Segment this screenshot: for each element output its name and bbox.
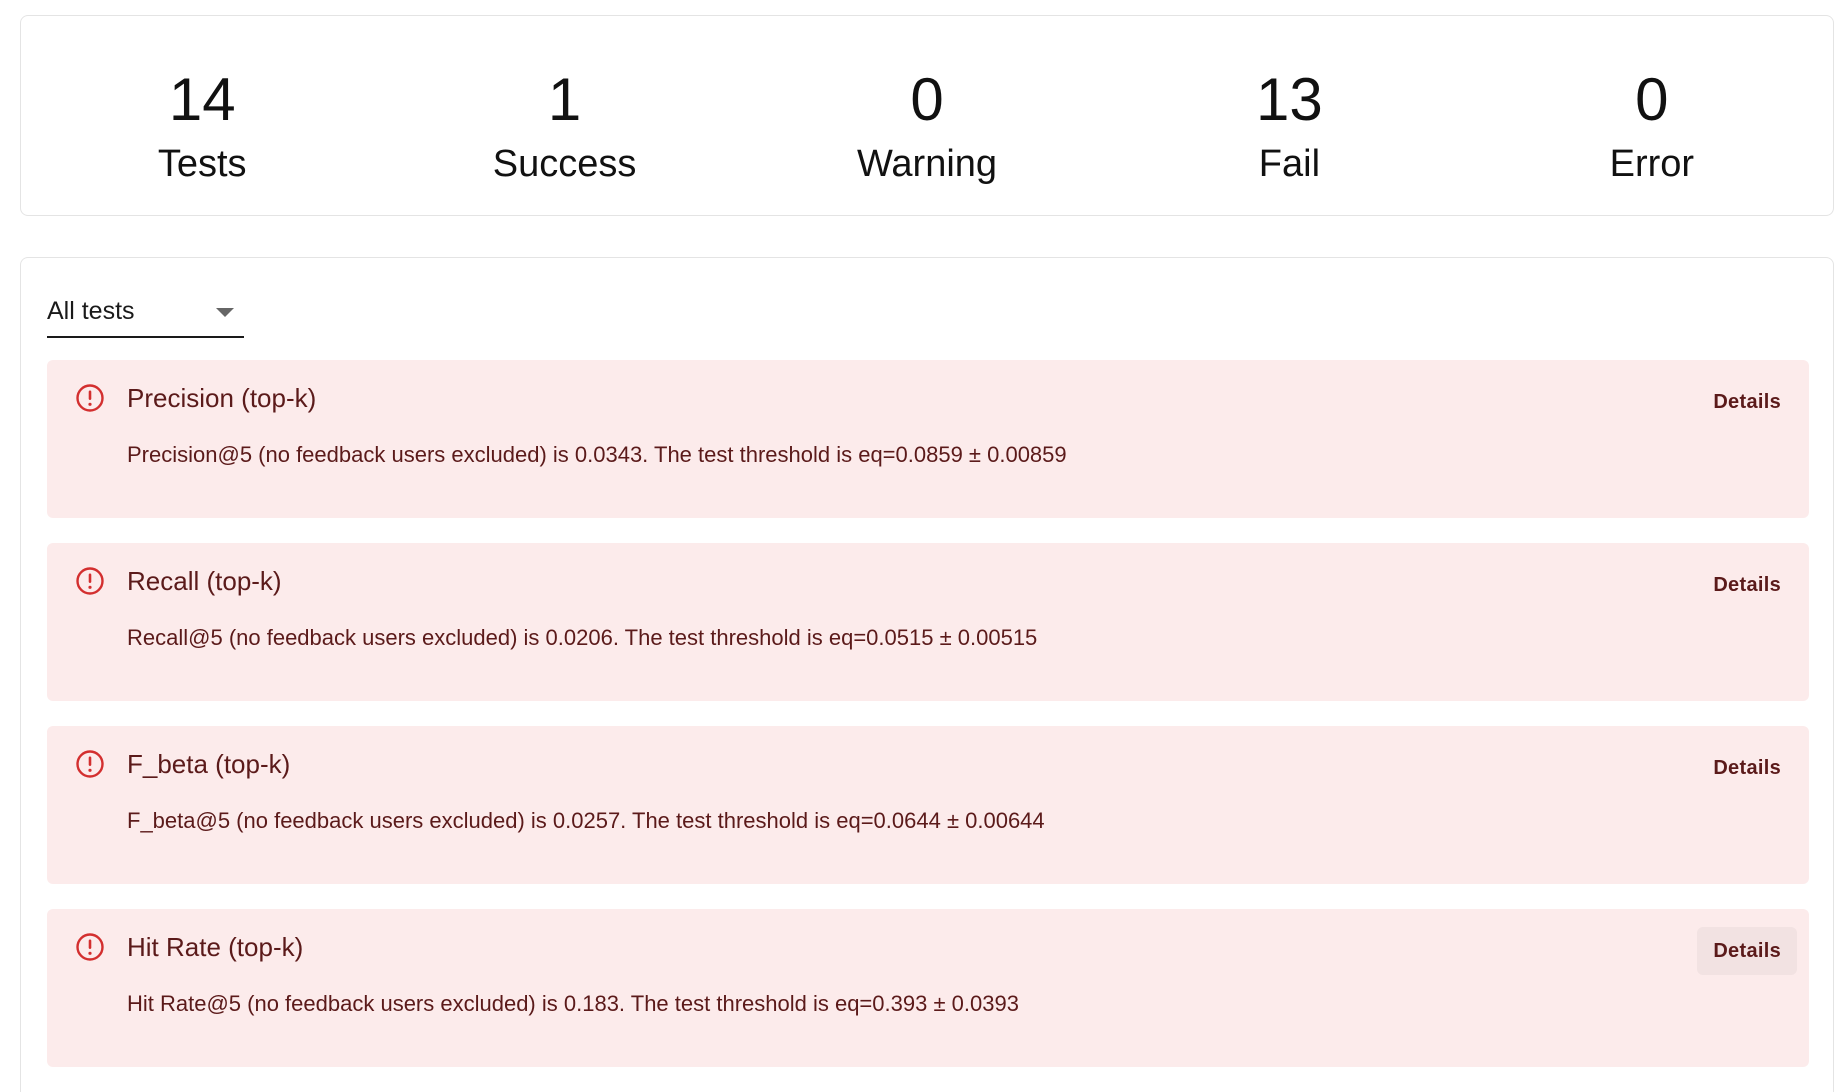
stat-warning-label: Warning (856, 143, 998, 185)
stat-tests: 14 Tests (21, 16, 383, 215)
stat-success-count: 1 (547, 66, 582, 133)
test-filter-select[interactable]: All tests (47, 288, 244, 338)
test-title: Precision (top-k) (127, 383, 317, 413)
test-description: Precision@5 (no feedback users excluded)… (127, 442, 1067, 467)
alert-circle-icon (76, 750, 104, 778)
alert-circle-icon (76, 933, 104, 961)
stat-warning-count: 0 (910, 66, 944, 133)
test-results-panel: All tests Precision (top-k) Precision@5 … (20, 257, 1834, 1092)
stat-tests-count: 14 (168, 66, 236, 133)
stat-error-count: 0 (1635, 66, 1669, 133)
test-description: Recall@5 (no feedback users excluded) is… (127, 625, 1038, 650)
alert-circle-icon (76, 384, 104, 412)
stat-fail: 13 Fail (1108, 16, 1470, 215)
stat-fail-count: 13 (1256, 66, 1323, 133)
details-button[interactable]: Details (1697, 927, 1797, 975)
stat-tests-label: Tests (157, 143, 247, 185)
stat-fail-label: Fail (1258, 143, 1321, 185)
test-card: Precision (top-k) Precision@5 (no feedba… (47, 360, 1809, 518)
stat-warning: 0 Warning (746, 16, 1108, 215)
details-button[interactable]: Details (1697, 561, 1797, 609)
test-title: Hit Rate (top-k) (127, 932, 304, 962)
stat-success: 1 Success (383, 16, 745, 215)
stat-success-label: Success (492, 143, 637, 185)
test-card: Recall (top-k) Recall@5 (no feedback use… (47, 543, 1809, 701)
alert-circle-icon (76, 567, 104, 595)
test-card: F_beta (top-k) F_beta@5 (no feedback use… (47, 726, 1809, 884)
stat-error: 0 Error (1471, 16, 1833, 215)
test-filter-value: All tests (47, 297, 135, 325)
test-card: Hit Rate (top-k) Hit Rate@5 (no feedback… (47, 909, 1809, 1067)
test-results-page: 14 Tests 1 Success 0 Warning 13 Fail 0 E… (0, 0, 1848, 1092)
chevron-down-icon (216, 308, 234, 317)
details-button[interactable]: Details (1697, 744, 1797, 792)
test-title: F_beta (top-k) (127, 749, 291, 779)
test-title: Recall (top-k) (127, 566, 282, 596)
test-description: Hit Rate@5 (no feedback users excluded) … (127, 991, 1019, 1016)
test-list: Precision (top-k) Precision@5 (no feedba… (47, 360, 1809, 1092)
test-summary-panel: 14 Tests 1 Success 0 Warning 13 Fail 0 E… (20, 15, 1834, 216)
details-button[interactable]: Details (1697, 378, 1797, 426)
stat-error-label: Error (1609, 143, 1695, 185)
test-description: F_beta@5 (no feedback users excluded) is… (127, 808, 1045, 833)
